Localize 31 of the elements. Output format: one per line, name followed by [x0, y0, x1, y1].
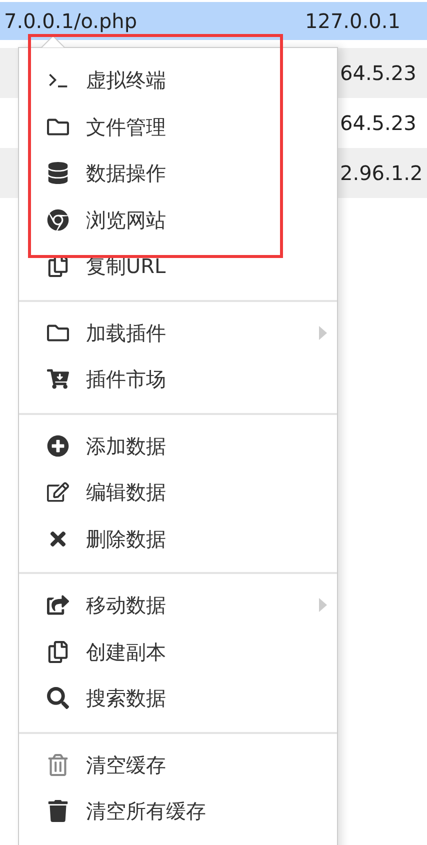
- database-icon: [47, 162, 69, 184]
- menu-item[interactable]: 添加数据: [19, 422, 337, 469]
- table-cell-text: 64.5.23: [339, 60, 416, 87]
- copy-icon: [47, 640, 69, 663]
- share-icon: [47, 594, 69, 616]
- edit-icon: [47, 481, 69, 504]
- trash-icon: [47, 800, 69, 822]
- cart-icon: [47, 368, 69, 390]
- menu-item[interactable]: 浏览网站: [19, 196, 337, 243]
- menu-item[interactable]: 加载插件: [19, 310, 337, 356]
- menu-item[interactable]: 复制URL: [19, 243, 337, 290]
- browser-icon: [47, 208, 69, 231]
- table-cell-text: 127.0.0.1: [304, 8, 400, 35]
- menu-item[interactable]: 搜索数据: [19, 675, 337, 722]
- menu-item[interactable]: 移动数据: [19, 582, 337, 628]
- menu-item[interactable]: 插件市场: [19, 356, 337, 402]
- menu-item[interactable]: 编辑数据: [19, 469, 337, 516]
- menu-item[interactable]: 文件管理: [19, 104, 337, 150]
- table-cell-text: 64.5.23: [339, 110, 416, 137]
- menu-item[interactable]: 清空所有缓存: [19, 788, 337, 834]
- menu-item[interactable]: 清空缓存: [19, 742, 337, 788]
- search-icon: [47, 687, 69, 710]
- table-row[interactable]: 7.0.0.1/o.php 127.0.0.1: [0, 2, 427, 40]
- menu-item[interactable]: 创建副本: [19, 628, 337, 675]
- menu-item[interactable]: 删除数据: [19, 516, 337, 562]
- table-cell: 7.0.0.1/o.php: [4, 9, 138, 33]
- trash-icon: [47, 754, 69, 776]
- menu-item[interactable]: 数据操作: [19, 150, 337, 196]
- menu-item[interactable]: 虚拟终端: [19, 57, 337, 104]
- copy-icon: [47, 255, 69, 278]
- table-cell-text: 2.96.1.2: [339, 160, 423, 187]
